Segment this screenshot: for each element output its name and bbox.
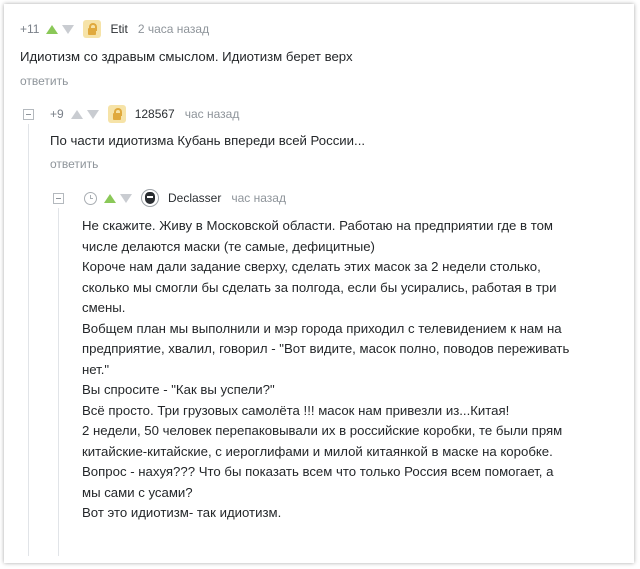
upvote-icon[interactable]	[70, 109, 83, 119]
comment-2-reply-link[interactable]: ответить	[50, 157, 98, 171]
comment-3-text: Не скажите. Живу в Московской области. Р…	[82, 218, 570, 520]
clock-icon	[84, 191, 97, 205]
avatar-anonymous-icon[interactable]	[141, 189, 159, 207]
comment-3-username[interactable]: Declasser	[168, 191, 221, 205]
comment-2-rating: +9	[50, 107, 64, 121]
comment-2-username[interactable]: 128567	[135, 107, 175, 121]
comment-2-text: По части идиотизма Кубань впереди всей Р…	[50, 133, 366, 148]
comment-3-header: Declasser час назад	[74, 189, 286, 207]
comment-1-rating: +11	[20, 22, 40, 36]
downvote-icon[interactable]	[62, 24, 75, 34]
comment-1-time: 2 часа назад	[137, 22, 210, 36]
comment-2-thread-line	[28, 124, 29, 556]
comment-1-text: Идиотизм со здравым смыслом. Идиотизм бе…	[20, 49, 353, 64]
upvote-icon[interactable]	[46, 24, 59, 34]
comment-1-header: +11 Etit 2 часа назад	[20, 20, 209, 38]
comment-3-time: час назад	[231, 191, 286, 205]
avatar-lock-icon[interactable]	[107, 105, 126, 123]
comment-2-header: +9 128567 час назад	[50, 105, 239, 123]
avatar-lock-icon[interactable]	[83, 20, 102, 38]
comment-3-collapse-button[interactable]	[53, 193, 64, 204]
comment-3-thread-line	[58, 208, 59, 556]
comment-2-collapse-button[interactable]	[23, 109, 34, 120]
upvote-icon[interactable]	[104, 193, 116, 203]
comment-thread: +11 Etit 2 часа назад Идиотизм со здравы…	[4, 4, 634, 563]
downvote-icon[interactable]	[86, 109, 99, 119]
downvote-icon[interactable]	[120, 193, 132, 203]
comment-2-time: час назад	[184, 107, 240, 121]
comment-1-username[interactable]: Etit	[110, 22, 127, 36]
comment-1-reply-link[interactable]: ответить	[20, 74, 68, 88]
